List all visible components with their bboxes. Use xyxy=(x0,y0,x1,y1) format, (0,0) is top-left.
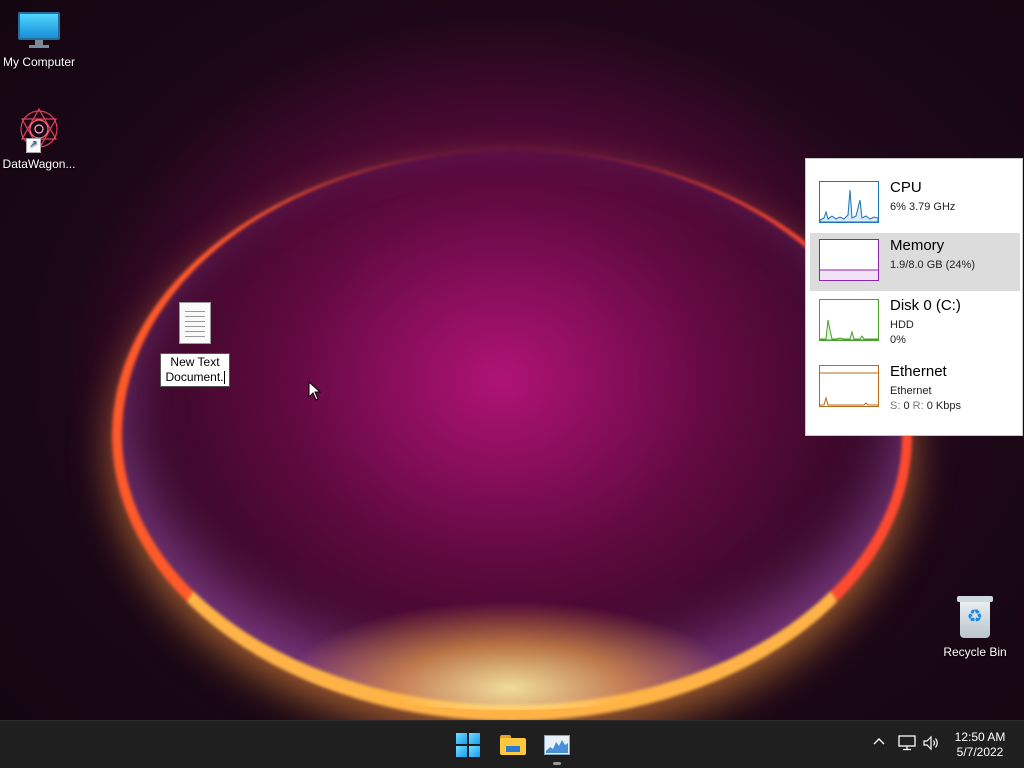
rename-input[interactable]: New Text Document. xyxy=(160,353,230,387)
perf-ethernet-throughput: S: 0 R: 0 Kbps xyxy=(890,400,961,412)
desktop-icon-label: Recycle Bin xyxy=(943,645,1007,659)
desktop[interactable]: My Computer ↗ DataWagon... New Text Docu… xyxy=(0,0,1024,720)
start-button[interactable] xyxy=(452,729,484,761)
rename-text-line1: New Text xyxy=(170,355,220,369)
text-caret xyxy=(223,371,225,385)
datawagon-app-icon: ↗ xyxy=(16,106,62,153)
show-hidden-icons-chevron-icon[interactable] xyxy=(872,735,886,752)
memory-graph xyxy=(819,239,879,281)
clock-date: 5/7/2022 xyxy=(956,745,1004,759)
cpu-graph xyxy=(819,181,879,223)
file-explorer-icon xyxy=(500,735,526,755)
recycle-bin-icon: ♻ xyxy=(957,596,993,640)
desktop-icon-label: My Computer xyxy=(2,55,76,69)
taskbar: 12:50 AM 5/7/2022 xyxy=(0,720,1024,768)
performance-flyout: CPU 6% 3.79 GHz Memory 1.9/8.0 GB (24%) … xyxy=(805,158,1023,436)
recv-label: R: xyxy=(912,400,924,412)
perf-ethernet-title: Ethernet xyxy=(890,363,947,380)
recv-value: 0 Kbps xyxy=(926,400,961,412)
perf-item-cpu[interactable]: CPU 6% 3.79 GHz xyxy=(810,175,1020,233)
windows-start-icon xyxy=(456,733,480,757)
perf-disk-title: Disk 0 (C:) xyxy=(890,297,961,314)
perf-item-ethernet[interactable]: Ethernet Ethernet S: 0 R: 0 Kbps xyxy=(810,359,1020,417)
shortcut-arrow-icon: ↗ xyxy=(26,138,41,153)
perf-item-disk[interactable]: Disk 0 (C:) HDD 0% xyxy=(810,293,1020,351)
perf-disk-usage: 0% xyxy=(890,334,906,346)
file-explorer-button[interactable] xyxy=(497,729,529,761)
desktop-icon-datawagon[interactable]: ↗ DataWagon... xyxy=(0,106,78,171)
desktop-icon-my-computer[interactable]: My Computer xyxy=(0,10,78,69)
perf-disk-type: HDD xyxy=(890,319,914,331)
active-app-indicator xyxy=(553,762,561,765)
send-value: 0 xyxy=(903,400,910,412)
desktop-icon-recycle-bin[interactable]: ♻ Recycle Bin xyxy=(936,596,1014,659)
perf-memory-detail: 1.9/8.0 GB (24%) xyxy=(890,259,975,271)
task-manager-button[interactable] xyxy=(541,729,573,761)
volume-icon[interactable] xyxy=(922,735,940,754)
wallpaper-glow-bottom xyxy=(280,600,740,710)
clock-time: 12:50 AM xyxy=(954,730,1006,744)
perf-item-memory[interactable]: Memory 1.9/8.0 GB (24%) xyxy=(810,233,1020,291)
computer-icon xyxy=(18,10,60,50)
network-icon[interactable] xyxy=(898,735,916,754)
ethernet-graph xyxy=(819,365,879,407)
taskbar-clock[interactable]: 12:50 AM 5/7/2022 xyxy=(946,730,1014,760)
desktop-icon-new-text-document[interactable]: New Text Document. xyxy=(156,302,234,387)
perf-ethernet-adapter: Ethernet xyxy=(890,385,932,397)
text-document-icon xyxy=(179,302,211,344)
send-label: S: xyxy=(890,400,901,412)
task-manager-icon xyxy=(544,735,570,755)
perf-cpu-title: CPU xyxy=(890,179,922,196)
rename-text-line2: Document. xyxy=(165,370,224,384)
disk-graph xyxy=(819,299,879,341)
desktop-icon-label: DataWagon... xyxy=(2,157,76,171)
perf-cpu-detail: 6% 3.79 GHz xyxy=(890,201,956,213)
perf-memory-title: Memory xyxy=(890,237,945,254)
